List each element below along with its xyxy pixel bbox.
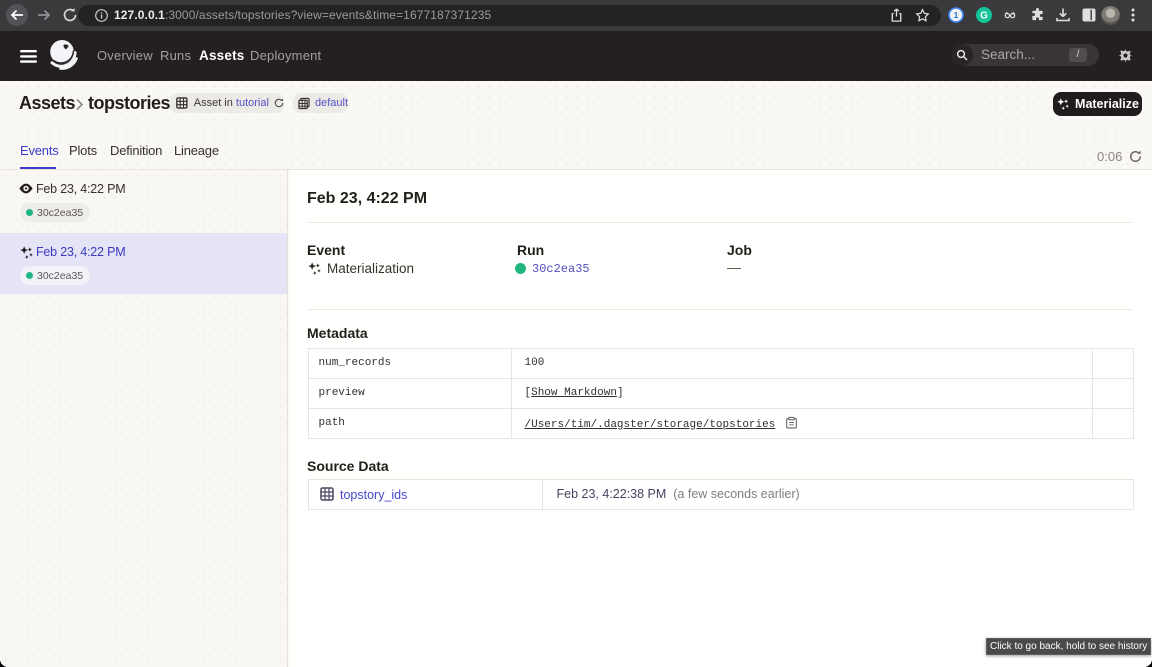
svg-text:G: G xyxy=(980,11,988,22)
svg-text:1: 1 xyxy=(954,11,959,20)
